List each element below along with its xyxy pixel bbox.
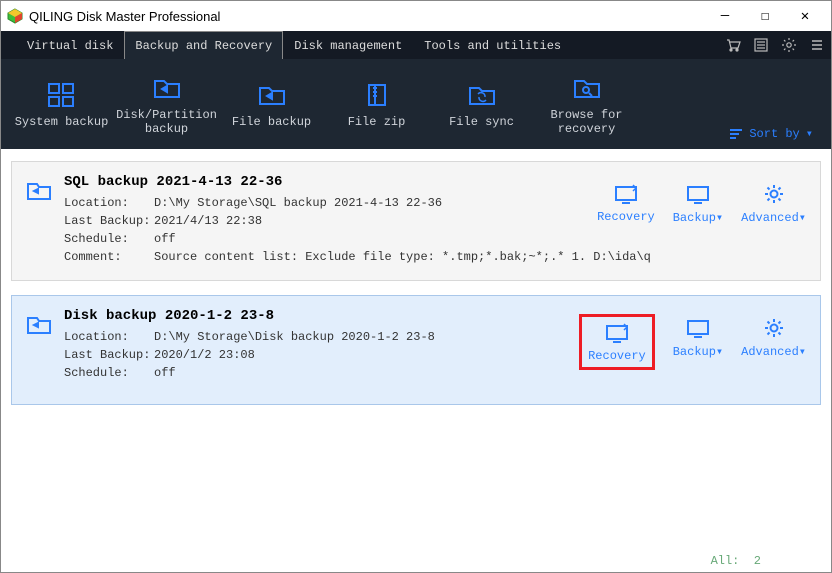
monitor-icon [673, 314, 723, 342]
file-sync-button[interactable]: File sync [429, 79, 534, 129]
monitor-icon [673, 180, 723, 208]
backup-card[interactable]: Disk backup 2020-1-2 23-8 Location:D:\My… [11, 295, 821, 405]
list-icon[interactable] [747, 31, 775, 59]
maximize-button[interactable]: ☐ [745, 2, 785, 30]
tb-label: File sync [429, 115, 534, 129]
tb-label: File zip [324, 115, 429, 129]
comment-value: Source content list: Exclude file type: … [154, 250, 651, 264]
chevron-down-icon: ▾ [806, 126, 813, 141]
schedule-value: off [154, 232, 176, 246]
recovery-label: Recovery [597, 210, 655, 224]
backup-list: SQL backup 2021-4-13 22-36 Location:D:\M… [1, 149, 831, 550]
location-value: D:\My Storage\SQL backup 2021-4-13 22-36 [154, 196, 442, 210]
location-label: Location: [64, 330, 154, 344]
tb-label: Disk/Partition backup [114, 108, 219, 136]
location-label: Location: [64, 196, 154, 210]
tb-label: File backup [219, 115, 324, 129]
menu-icon[interactable] [803, 31, 831, 59]
tb-label: Browse for recovery [534, 108, 639, 136]
app-logo-icon [7, 8, 23, 24]
advanced-label: Advanced▾ [741, 345, 806, 359]
schedule-label: Schedule: [64, 232, 154, 246]
backup-button[interactable]: Backup▾ [673, 314, 723, 370]
tab-tools-utilities[interactable]: Tools and utilities [413, 31, 572, 59]
gear-icon [741, 314, 806, 342]
card-actions: Recovery Backup▾ Advanced▾ [597, 180, 806, 225]
folder-icon [26, 314, 52, 336]
cart-icon[interactable] [719, 31, 747, 59]
backup-card[interactable]: SQL backup 2021-4-13 22-36 Location:D:\M… [11, 161, 821, 281]
tab-virtual-disk[interactable]: Virtual disk [16, 31, 124, 59]
recovery-button[interactable]: Recovery [579, 314, 655, 370]
advanced-label: Advanced▾ [741, 211, 806, 225]
file-zip-button[interactable]: File zip [324, 79, 429, 129]
sort-label: Sort by [749, 127, 799, 141]
schedule-value: off [154, 366, 176, 380]
all-count: 2 [754, 554, 761, 568]
monitor-arrow-icon [597, 180, 655, 208]
backup-label: Backup▾ [673, 345, 723, 359]
disk-partition-backup-button[interactable]: Disk/Partition backup [114, 72, 219, 136]
browse-recovery-button[interactable]: Browse for recovery [534, 72, 639, 136]
main-tabs: Virtual disk Backup and Recovery Disk ma… [1, 31, 831, 59]
recovery-label: Recovery [588, 349, 646, 363]
last-backup-value: 2020/1/2 23:08 [154, 348, 255, 362]
titlebar: QILING Disk Master Professional — ☐ ✕ [1, 1, 831, 31]
toolbar: System backup Disk/Partition backup File… [1, 59, 831, 149]
file-backup-button[interactable]: File backup [219, 79, 324, 129]
system-backup-button[interactable]: System backup [9, 79, 114, 129]
last-backup-label: Last Backup: [64, 214, 154, 228]
folder-icon [26, 180, 52, 202]
sort-by-button[interactable]: Sort by ▾ [729, 126, 813, 141]
folder-search-icon [534, 72, 639, 104]
tab-backup-recovery[interactable]: Backup and Recovery [124, 31, 283, 59]
card-actions: Recovery Backup▾ Advanced▾ [579, 314, 806, 370]
last-backup-label: Last Backup: [64, 348, 154, 362]
app-title: QILING Disk Master Professional [29, 9, 705, 24]
statusbar: All: 2 [1, 550, 831, 572]
grid-icon [9, 79, 114, 111]
folder-arrow-icon [114, 72, 219, 104]
schedule-label: Schedule: [64, 366, 154, 380]
backup-button[interactable]: Backup▾ [673, 180, 723, 225]
tab-disk-management[interactable]: Disk management [283, 31, 413, 59]
advanced-button[interactable]: Advanced▾ [741, 180, 806, 225]
last-backup-value: 2021/4/13 22:38 [154, 214, 262, 228]
minimize-button[interactable]: — [705, 2, 745, 30]
backup-label: Backup▾ [673, 211, 723, 225]
close-button[interactable]: ✕ [785, 2, 825, 30]
zip-icon [324, 79, 429, 111]
folder-arrow-icon [219, 79, 324, 111]
recovery-button[interactable]: Recovery [597, 180, 655, 225]
advanced-button[interactable]: Advanced▾ [741, 314, 806, 370]
folder-sync-icon [429, 79, 534, 111]
monitor-arrow-icon [588, 319, 646, 347]
location-value: D:\My Storage\Disk backup 2020-1-2 23-8 [154, 330, 435, 344]
tb-label: System backup [9, 115, 114, 129]
gear-icon[interactable] [775, 31, 803, 59]
all-label: All: [711, 554, 740, 568]
sort-lines-icon [729, 128, 743, 140]
gear-icon [741, 180, 806, 208]
comment-label: Comment: [64, 250, 154, 264]
